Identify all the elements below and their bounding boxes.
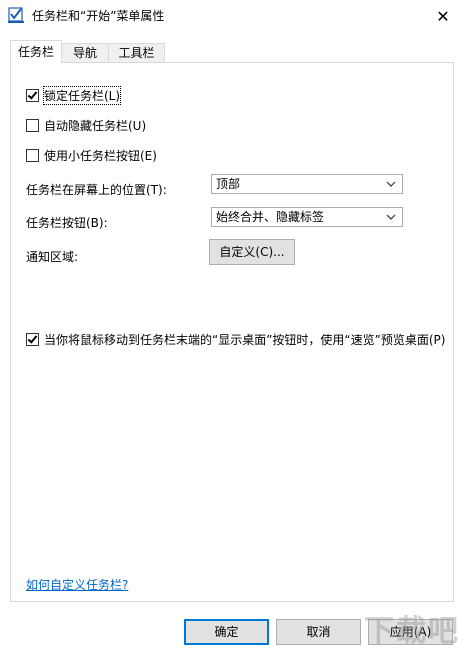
taskbar-position-label: 任务栏在屏幕上的位置(T): (26, 183, 167, 197)
small-buttons-option[interactable]: 使用小任务栏按钮(E) (26, 147, 157, 164)
taskbar-position-select[interactable]: 顶部 (211, 174, 403, 194)
customize-notification-label: 自定义(C)... (219, 245, 285, 259)
taskbar-tab-panel: 锁定任务栏(L) 自动隐藏任务栏(U) 使用小任务栏按钮(E) 任务栏在屏幕上的… (10, 62, 454, 602)
tab-toolbars-label: 工具栏 (118, 46, 155, 60)
taskbar-buttons-select[interactable]: 始终合并、隐藏标签 (211, 207, 403, 227)
tab-taskbar-label: 任务栏 (17, 45, 54, 59)
small-buttons-label: 使用小任务栏按钮(E) (44, 149, 157, 163)
tab-navigation-label: 导航 (72, 46, 97, 60)
help-link[interactable]: 如何自定义任务栏? (26, 576, 128, 593)
tab-toolbars[interactable]: 工具栏 (108, 43, 165, 62)
chevron-down-icon (384, 209, 398, 225)
watermark: 下载吧 (300, 600, 460, 656)
taskbar-buttons-label: 任务栏按钮(B): (26, 216, 108, 230)
auto-hide-option[interactable]: 自动隐藏任务栏(U) (26, 117, 146, 134)
small-buttons-checkbox[interactable] (26, 149, 39, 162)
peek-label: 当你将鼠标移动到任务栏末端的“显示桌面”按钮时，使用“速览”预览桌面(P) (44, 333, 446, 347)
auto-hide-label: 自动隐藏任务栏(U) (44, 119, 147, 133)
peek-checkbox[interactable] (26, 333, 39, 346)
taskbar-position-value: 顶部 (216, 177, 241, 191)
ok-button[interactable]: 确定 (184, 619, 269, 645)
tab-navigation[interactable]: 导航 (60, 43, 110, 62)
close-icon: ✕ (436, 6, 450, 26)
auto-hide-checkbox[interactable] (26, 119, 39, 132)
close-button[interactable]: ✕ (420, 0, 466, 32)
taskbar-settings-icon (8, 7, 24, 23)
watermark-text: 下载吧 (364, 614, 460, 649)
title-bar: 任务栏和“开始”菜单属性 ✕ (0, 0, 467, 32)
tab-taskbar[interactable]: 任务栏 (10, 40, 62, 63)
ok-button-label: 确定 (214, 625, 239, 639)
customize-notification-button[interactable]: 自定义(C)... (209, 239, 295, 265)
taskbar-buttons-value: 始终合并、隐藏标签 (216, 210, 325, 224)
lock-taskbar-option[interactable]: 锁定任务栏(L) (26, 86, 122, 105)
chevron-down-icon (384, 176, 398, 192)
notification-area-label: 通知区域: (26, 250, 79, 264)
lock-taskbar-checkbox[interactable] (26, 89, 39, 102)
lock-taskbar-label: 锁定任务栏(L) (42, 86, 122, 105)
peek-option[interactable]: 当你将鼠标移动到任务栏末端的“显示桌面”按钮时，使用“速览”预览桌面(P) (26, 331, 445, 348)
window-title: 任务栏和“开始”菜单属性 (32, 9, 165, 23)
